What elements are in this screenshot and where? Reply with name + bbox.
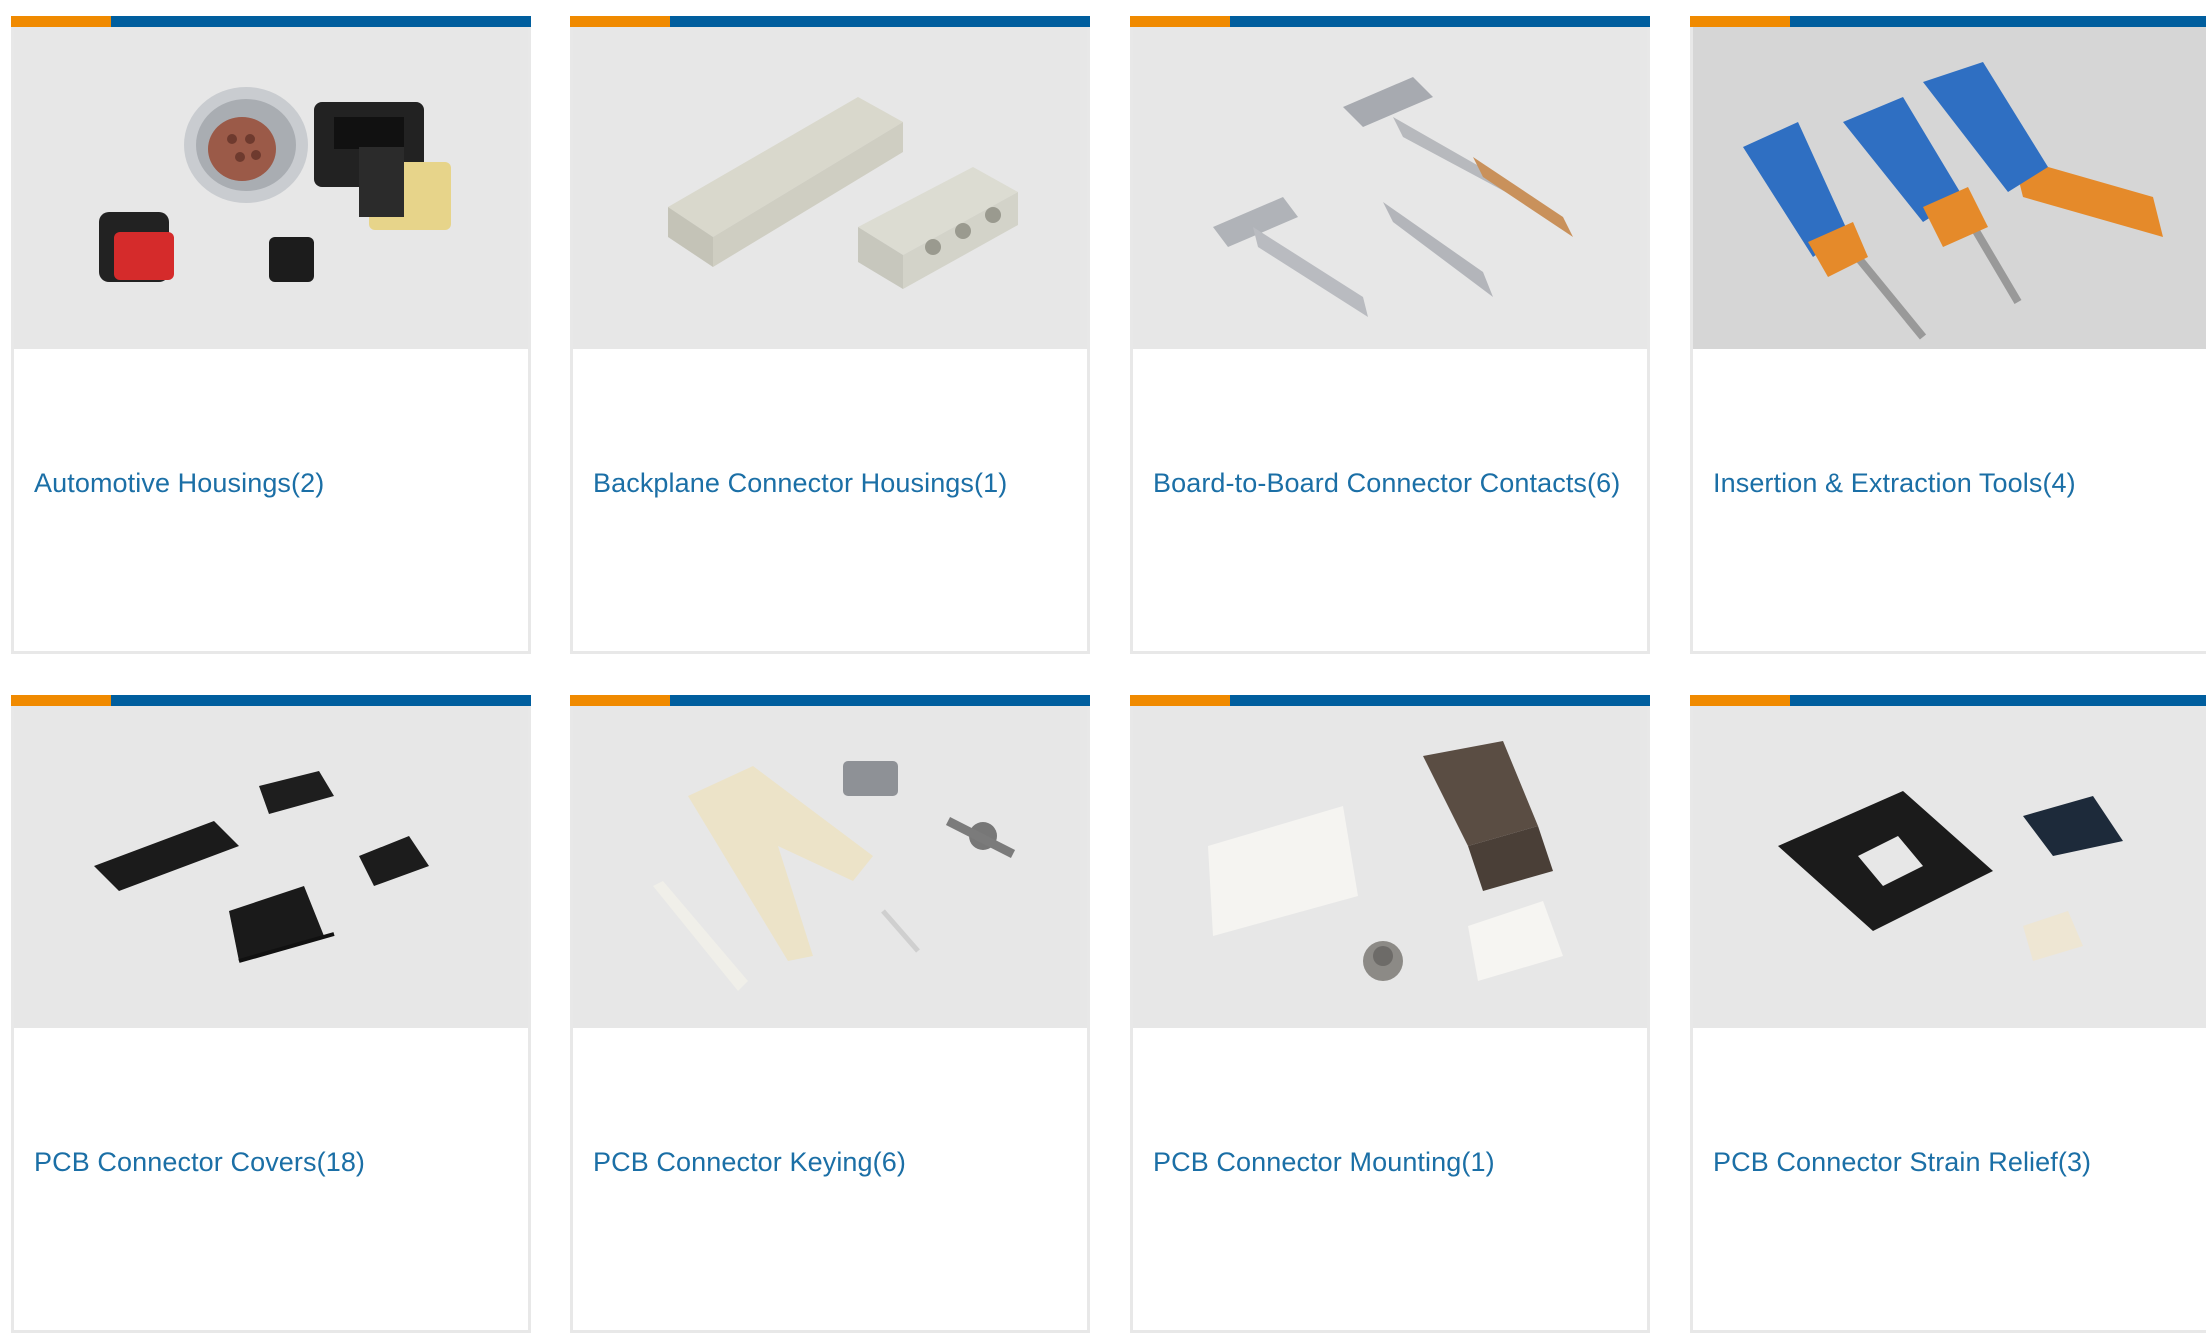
strain-relief-photo[interactable] bbox=[1693, 706, 2206, 1028]
extraction-tools-photo[interactable] bbox=[1693, 27, 2206, 349]
connector-mounting-photo[interactable] bbox=[1133, 706, 1647, 1028]
connector-keying-photo[interactable] bbox=[573, 706, 1087, 1028]
category-label[interactable]: Backplane Connector Housings(1) bbox=[593, 468, 1007, 499]
card-accent-bar bbox=[570, 16, 1090, 27]
connector-covers-photo[interactable] bbox=[14, 706, 528, 1028]
category-card-automotive-housings[interactable]: Automotive Housings(2) bbox=[11, 16, 531, 654]
automotive-housings-photo[interactable] bbox=[14, 27, 528, 349]
card-accent-bar bbox=[1690, 695, 2206, 706]
category-label[interactable]: PCB Connector Strain Relief(3) bbox=[1713, 1147, 2091, 1178]
category-label[interactable]: PCB Connector Mounting(1) bbox=[1153, 1147, 1495, 1178]
card-accent-bar bbox=[1130, 16, 1650, 27]
category-card-connector-keying[interactable]: PCB Connector Keying(6) bbox=[570, 695, 1090, 1333]
board-contacts-photo[interactable] bbox=[1133, 27, 1647, 349]
card-accent-bar bbox=[1130, 695, 1650, 706]
category-label[interactable]: Board-to-Board Connector Contacts(6) bbox=[1153, 468, 1620, 499]
card-accent-bar bbox=[11, 16, 531, 27]
category-card-connector-covers[interactable]: PCB Connector Covers(18) bbox=[11, 695, 531, 1333]
category-card-strain-relief[interactable]: PCB Connector Strain Relief(3) bbox=[1690, 695, 2206, 1333]
backplane-housings-photo[interactable] bbox=[573, 27, 1087, 349]
card-accent-bar bbox=[1690, 16, 2206, 27]
category-card-board-contacts[interactable]: Board-to-Board Connector Contacts(6) bbox=[1130, 16, 1650, 654]
category-label[interactable]: PCB Connector Keying(6) bbox=[593, 1147, 906, 1178]
category-card-extraction-tools[interactable]: Insertion & Extraction Tools(4) bbox=[1690, 16, 2206, 654]
category-label[interactable]: Insertion & Extraction Tools(4) bbox=[1713, 468, 2076, 499]
category-card-connector-mounting[interactable]: PCB Connector Mounting(1) bbox=[1130, 695, 1650, 1333]
category-label[interactable]: PCB Connector Covers(18) bbox=[34, 1147, 365, 1178]
card-accent-bar bbox=[570, 695, 1090, 706]
category-card-backplane-housings[interactable]: Backplane Connector Housings(1) bbox=[570, 16, 1090, 654]
category-grid: Automotive Housings(2) Backplane Connect… bbox=[0, 0, 2206, 1333]
category-label[interactable]: Automotive Housings(2) bbox=[34, 468, 324, 499]
card-accent-bar bbox=[11, 695, 531, 706]
